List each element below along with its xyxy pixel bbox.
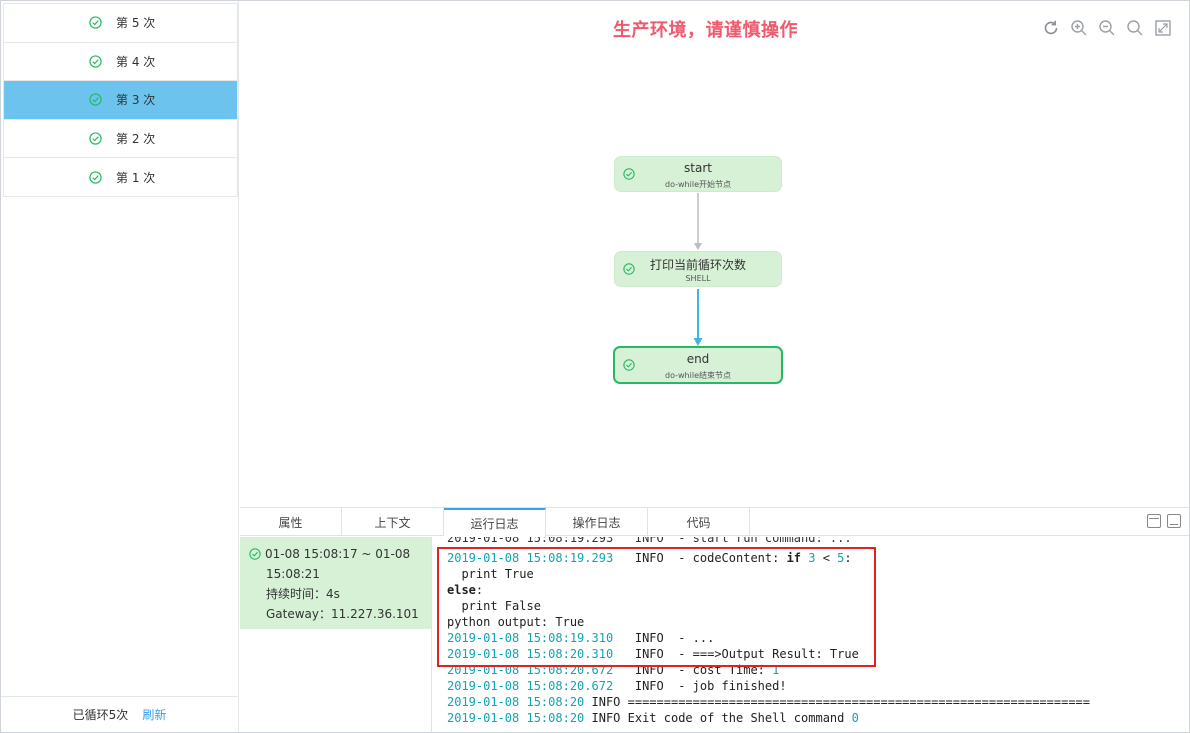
iteration-label: 第 1 次: [116, 170, 156, 185]
detail-panel: 属性 上下文 运行日志 操作日志 代码 01-08 15:08:17 ~ 01-…: [240, 507, 1189, 733]
log-line: print False: [447, 599, 541, 613]
iteration-label: 第 5 次: [116, 16, 156, 31]
production-warning: 生产环境，请谨慎操作: [613, 20, 798, 41]
log-message: INFO ===================================…: [584, 695, 1091, 709]
log-message: INFO Exit code of the Shell command: [584, 711, 852, 725]
node-subtitle: do-while结束节点: [665, 371, 731, 380]
log-line: else:: [440, 582, 1189, 598]
log-line: print True: [447, 567, 534, 581]
log-keyword: else: [447, 583, 476, 597]
log-line: 2019-01-08 15:08:20.672 INFO - job finis…: [440, 678, 1189, 694]
edge-arrow: [694, 243, 702, 250]
node-title: end: [686, 352, 710, 366]
iteration-list: 第 5 次 第 4 次 第 3 次 第 2 次 第 1 次: [3, 3, 238, 197]
refresh-icon[interactable]: [1040, 17, 1061, 38]
sidebar-footer: 已循环5次 刷新: [1, 696, 238, 732]
log-operator: <: [815, 551, 838, 565]
node-subtitle: do-while开始节点: [665, 180, 731, 189]
tab-context[interactable]: 上下文: [342, 508, 444, 536]
log-punct: :: [475, 583, 484, 597]
iteration-label: 第 4 次: [116, 54, 156, 69]
iteration-item-1[interactable]: 第 1 次: [4, 158, 237, 197]
log-timestamp: 2019-01-08 15:08:20: [447, 711, 585, 725]
iteration-label: 第 3 次: [116, 93, 156, 108]
iteration-item-3[interactable]: 第 3 次: [4, 81, 237, 120]
log-line: 2019-01-08 15:08:19.310 INFO - ...: [440, 630, 1189, 646]
fullscreen-icon[interactable]: [1152, 17, 1173, 38]
iteration-sidebar: 第 5 次 第 4 次 第 3 次 第 2 次 第 1 次 已循环5次 刷新: [1, 1, 239, 732]
check-circle-icon: [89, 93, 102, 107]
log-line: 2019-01-08 15:08:20.672 INFO - cost Time…: [440, 662, 1189, 678]
log-message: INFO - ...: [613, 631, 715, 645]
check-circle-icon: [89, 55, 102, 68]
iteration-label: 第 2 次: [116, 132, 156, 147]
run-log-output[interactable]: 2019-01-08 15:08:19.293 INFO - start run…: [440, 537, 1189, 733]
iteration-item-4[interactable]: 第 4 次: [4, 43, 237, 82]
canvas-toolbar: [1040, 17, 1173, 38]
edge-arrow: [693, 338, 703, 346]
panel-tabs: 属性 上下文 运行日志 操作日志 代码: [240, 508, 1189, 537]
run-duration: 持续时间：4s: [266, 587, 340, 601]
iteration-item-5[interactable]: 第 5 次: [4, 4, 237, 43]
log-line: 2019-01-08 15:08:20 INFO Exit code of th…: [440, 710, 1189, 726]
run-time-range: 01-08 15:08:17 ~ 01-08: [265, 547, 411, 561]
node-print-loop-count[interactable]: 打印当前循环次数 SHELL: [614, 251, 782, 287]
log-line: 2019-01-08 15:08:20 INFO ===============…: [440, 694, 1189, 710]
check-circle-icon: [89, 132, 102, 145]
node-title: start: [684, 161, 712, 175]
check-circle-icon: [89, 170, 102, 184]
check-circle-icon: [89, 16, 102, 29]
loop-count: 已循环5次: [72, 708, 129, 722]
log-line: 2019-01-08 15:08:20.310 INFO - ===>Outpu…: [440, 646, 1189, 662]
zoom-out-icon[interactable]: [1096, 17, 1117, 38]
run-gateway: Gateway：11.227.36.101: [266, 607, 419, 621]
panel-window-controls: [1147, 514, 1181, 528]
maximize-icon[interactable]: [1147, 514, 1161, 528]
log-message: INFO - ===>Output Result: True: [613, 647, 859, 661]
log-number: 1: [772, 663, 780, 677]
zoom-fit-icon[interactable]: [1124, 17, 1145, 38]
check-circle-icon: [249, 548, 261, 560]
minimize-icon[interactable]: [1167, 514, 1181, 528]
zoom-in-icon[interactable]: [1068, 17, 1089, 38]
node-subtitle: SHELL: [685, 274, 711, 283]
node-start[interactable]: start do-while开始节点: [614, 156, 782, 192]
run-record[interactable]: 01-08 15:08:17 ~ 01-08 15:08:21 持续时间：4s …: [240, 537, 431, 629]
run-info: 01-08 15:08:17 ~ 01-08 15:08:21 持续时间：4s …: [240, 537, 432, 733]
node-title: 打印当前循环次数: [649, 258, 746, 272]
run-time-end: 15:08:21: [266, 567, 320, 581]
log-punct: :: [844, 551, 852, 565]
log-line-cut: 2019-01-08 15:08:19.293 INFO - start run…: [447, 537, 852, 545]
log-timestamp: 2019-01-08 15:08:20.310: [447, 647, 614, 661]
tab-properties[interactable]: 属性: [240, 508, 342, 536]
node-end[interactable]: end do-while结束节点: [613, 346, 783, 384]
tab-code[interactable]: 代码: [648, 508, 750, 536]
refresh-link[interactable]: 刷新: [142, 706, 166, 723]
log-message: INFO - job finished!: [613, 679, 787, 693]
log-line: 2019-01-08 15:08:19.293 INFO - codeConte…: [440, 550, 1189, 566]
log-timestamp: 2019-01-08 15:08:19.310: [447, 631, 614, 645]
log-timestamp: 2019-01-08 15:08:20.672: [447, 679, 614, 693]
log-number: 0: [851, 711, 859, 725]
log-message: INFO - codeContent:: [613, 551, 787, 565]
tab-run-log[interactable]: 运行日志: [444, 508, 546, 537]
log-keyword: if: [786, 551, 802, 565]
log-line: python output: True: [447, 615, 585, 629]
log-timestamp: 2019-01-08 15:08:20.672: [447, 663, 614, 677]
dag-canvas[interactable]: 生产环境，请谨慎操作 start do-while开始节点 打印当前循环次数 S…: [240, 1, 1189, 507]
log-timestamp: 2019-01-08 15:08:20: [447, 695, 585, 709]
tab-operation-log[interactable]: 操作日志: [546, 508, 648, 536]
iteration-item-2[interactable]: 第 2 次: [4, 120, 237, 159]
log-timestamp: 2019-01-08 15:08:19.293: [447, 551, 614, 565]
log-message: INFO - cost Time:: [613, 663, 773, 677]
